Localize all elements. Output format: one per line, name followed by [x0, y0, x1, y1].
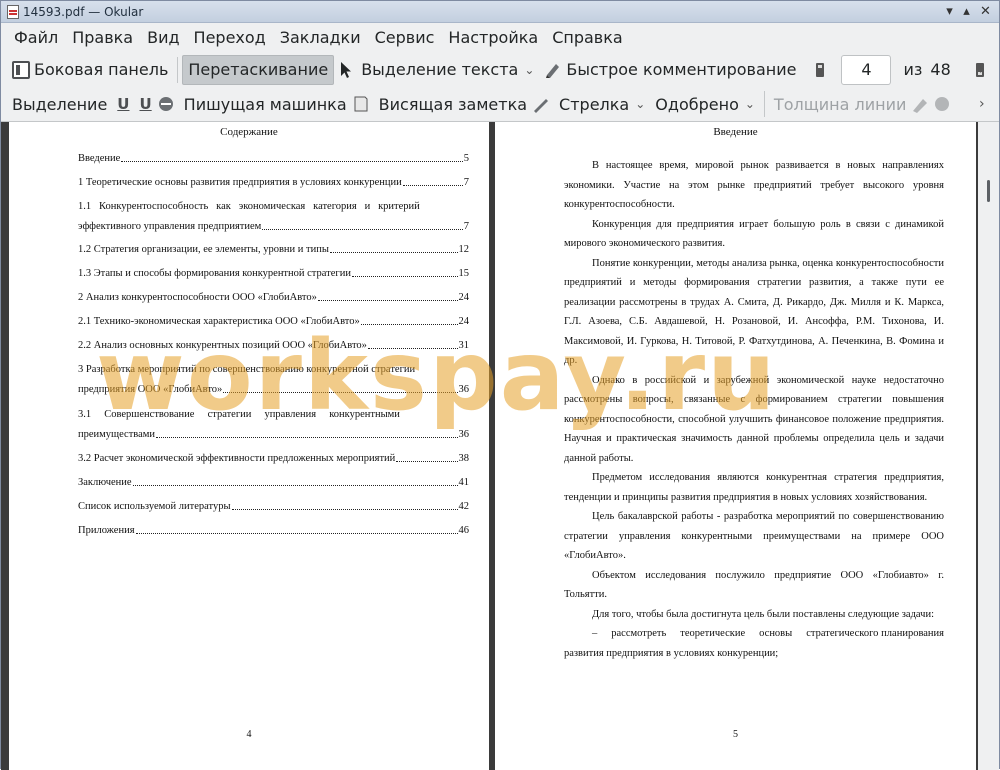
scrollbar-thumb[interactable]	[987, 180, 990, 202]
toc-entry[interactable]: 3.1 Совершенствование стратегии управлен…	[78, 408, 469, 441]
highlight-label: Выделение	[12, 94, 108, 114]
toc-entry[interactable]: 1.3 Этапы и способы формирования конкуре…	[78, 267, 469, 280]
vertical-scrollbar[interactable]	[978, 122, 999, 770]
toc-entry[interactable]: 1.1 Конкурентоспособность как экономичес…	[78, 200, 469, 233]
okular-window: 14593.pdf — Okular ▾ ▴ ✕ Файл Правка Вид…	[0, 0, 1000, 770]
paragraph: Однако в российской и зарубежной экономи…	[564, 374, 944, 464]
page-heading: Содержание	[220, 126, 278, 138]
previous-page-icon[interactable]	[811, 61, 829, 79]
chevron-down-icon[interactable]: ⌄	[745, 97, 755, 111]
arrow-label: Стрелка	[559, 94, 630, 114]
pdf-page-right: Введение В настоящее время, мировой рыно…	[495, 122, 976, 770]
separator	[763, 91, 765, 117]
chevron-down-icon[interactable]: ⌄	[524, 63, 534, 77]
toc-entry[interactable]: Приложения 46	[78, 524, 469, 537]
menu-file[interactable]: Файл	[7, 24, 65, 52]
toc-entry[interactable]: 3 Разработка мероприятий по совершенство…	[78, 363, 469, 396]
close-icon[interactable]: ✕	[977, 3, 994, 20]
strikeout-icon[interactable]	[157, 95, 175, 113]
text-select-button[interactable]: Выделение текста ⌄	[334, 55, 539, 85]
toc-entry[interactable]: 1.2 Стратегия организации, ее элементы, …	[78, 243, 469, 256]
page-number-input[interactable]: 4	[841, 54, 892, 85]
paragraph: В настоящее время, мировой рынок развива…	[564, 160, 944, 210]
menu-go[interactable]: Переход	[187, 24, 273, 52]
menu-settings[interactable]: Настройка	[441, 24, 545, 52]
freehand-line-icon	[532, 95, 550, 113]
highlight-button[interactable]: Выделение	[7, 89, 112, 119]
squiggle-icon[interactable]: U	[139, 95, 151, 113]
popup-note-label: Висящая заметка	[378, 94, 528, 114]
page-heading: Введение	[713, 126, 758, 138]
toc-entry[interactable]: Список используемой литературы 42	[78, 500, 469, 513]
window-title: 14593.pdf — Okular	[23, 4, 144, 19]
drag-mode-label: Перетаскивание	[188, 60, 329, 79]
line-width-button[interactable]: Толщина линии	[769, 89, 912, 119]
opacity-icon[interactable]	[933, 95, 951, 113]
page-number: 5	[733, 729, 738, 740]
quick-comment-label: Быстрое комментирование	[566, 60, 797, 79]
stamp-label: Одобрено	[655, 94, 739, 114]
drag-mode-button[interactable]: Перетаскивание	[182, 54, 335, 85]
pdf-page-left: Содержание Введение 5 1 Теоретические осн…	[9, 122, 489, 770]
maximize-icon[interactable]: ▴	[958, 3, 975, 20]
paragraph: Предметом исследования являются конкурен…	[564, 472, 944, 503]
minimize-icon[interactable]: ▾	[941, 3, 958, 20]
toc-entry[interactable]: Заключение 41	[78, 476, 469, 489]
sidebar-label: Боковая панель	[34, 60, 169, 79]
paragraph: Объектом исследования послужило предприя…	[564, 569, 944, 601]
note-icon	[352, 95, 370, 113]
typewriter-button[interactable]: Пишущая машинка	[179, 89, 352, 119]
sidebar-icon	[12, 60, 30, 79]
menu-view[interactable]: Вид	[140, 24, 186, 52]
stamp-button[interactable]: Одобрено ⌄	[650, 89, 760, 119]
annotation-toolbar: Выделение U U Пишущая машинка Висящая за…	[1, 87, 999, 122]
line-width-label: Толщина линии	[773, 94, 907, 114]
typewriter-label: Пишущая машинка	[183, 94, 347, 114]
page-number: 4	[246, 729, 252, 740]
paragraph: – рассмотреть теоретические основы страт…	[564, 628, 947, 659]
sidebar-button[interactable]: Боковая панель	[7, 55, 173, 85]
toc-entry[interactable]: 1 Теоретические основы развития предприя…	[78, 176, 469, 189]
underline-icon[interactable]: U	[117, 95, 129, 113]
paragraph: Конкуренция для предприятия играет больш…	[564, 218, 944, 250]
toc-entry[interactable]: 2 Анализ конкурентоспособности ООО «Глоб…	[78, 291, 469, 304]
paragraph: Цель бакалаврской работы - разработка ме…	[564, 511, 944, 561]
chevron-down-icon[interactable]: ⌄	[635, 97, 645, 111]
toolbar-overflow-icon[interactable]: ›	[979, 96, 985, 112]
paragraph: Для того, чтобы была достигнута цель был…	[592, 608, 934, 620]
text-select-label: Выделение текста	[361, 60, 519, 79]
main-toolbar: Боковая панель Перетаскивание Выделение …	[1, 52, 999, 87]
paragraph: Понятие конкуренции, методы анализа рынк…	[564, 257, 944, 367]
menu-help[interactable]: Справка	[545, 24, 630, 52]
toc-entry[interactable]: 2.2 Анализ основных конкурентных позиций…	[78, 339, 469, 352]
title-bar: 14593.pdf — Okular ▾ ▴ ✕	[1, 1, 999, 23]
menu-bookmarks[interactable]: Закладки	[273, 24, 368, 52]
color-icon[interactable]	[911, 95, 929, 113]
toolbar-overflow-icon[interactable]: ›	[979, 62, 985, 78]
page-of-label: из	[903, 60, 923, 79]
body-text: В настоящее время, мировой рынок развива…	[564, 156, 944, 663]
toc-entry[interactable]: 2.1 Технико-экономическая характеристика…	[78, 315, 469, 328]
total-pages: 48	[930, 60, 951, 79]
pen-icon	[544, 61, 562, 79]
pdf-file-icon	[7, 4, 19, 19]
toc-entry[interactable]: 3.2 Расчет экономической эффективности п…	[78, 452, 469, 465]
quick-comment-button[interactable]: Быстрое комментирование	[539, 55, 801, 85]
arrow-button[interactable]: Стрелка ⌄	[554, 89, 650, 119]
popup-note-button[interactable]: Висящая заметка	[374, 89, 532, 119]
cursor-icon	[339, 61, 357, 79]
toc-entry[interactable]: Введение 5	[78, 152, 469, 165]
menu-tools[interactable]: Сервис	[368, 24, 442, 52]
document-view[interactable]: Содержание Введение 5 1 Теоретические осн…	[1, 122, 999, 770]
separator	[177, 56, 179, 83]
menu-bar: Файл Правка Вид Переход Закладки Сервис …	[1, 24, 999, 52]
menu-edit[interactable]: Правка	[65, 24, 140, 52]
